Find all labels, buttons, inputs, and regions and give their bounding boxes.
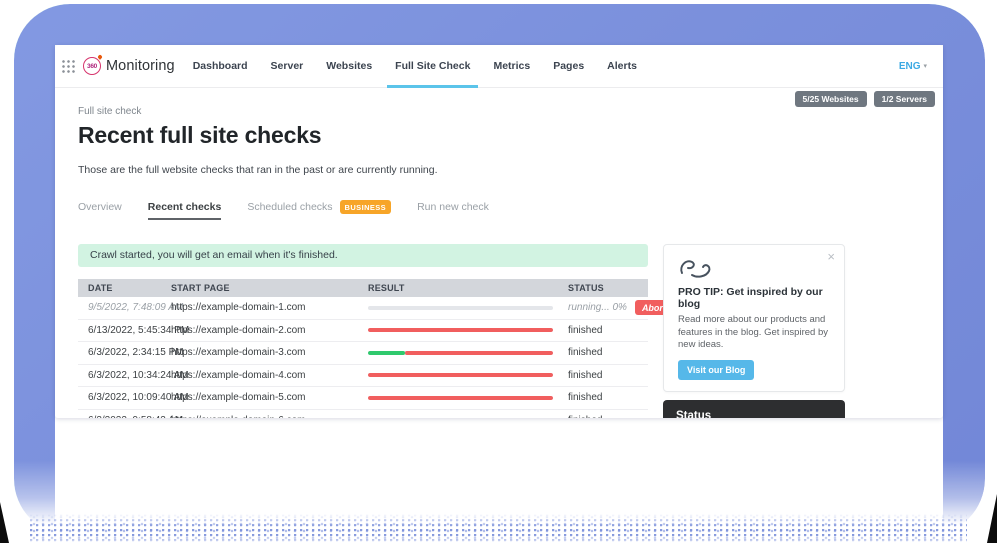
result-progress-bar	[368, 373, 553, 377]
nav-item-server[interactable]: Server	[267, 45, 308, 87]
cell-start-page: https://example-domain-1.com	[161, 302, 358, 313]
corner-artifact-left	[0, 502, 9, 543]
col-header-date: DATE	[78, 283, 161, 293]
cell-date: 6/3/2022, 10:09:40 AM	[78, 392, 161, 403]
cell-start-page: https://example-domain-5.com	[161, 392, 358, 403]
status-card-title: Status	[676, 410, 832, 418]
cell-status: finished	[568, 392, 602, 403]
cell-start-page: https://example-domain-3.com	[161, 347, 358, 358]
cell-status: finished	[568, 325, 602, 336]
dissolve-speckles	[30, 514, 967, 542]
screenshot-canvas: 360 Monitoring Dashboard Server Websites…	[0, 0, 997, 543]
cell-start-page: https://example-domain-4.com	[161, 370, 358, 381]
top-navbar: 360 Monitoring Dashboard Server Websites…	[55, 45, 943, 88]
col-header-result: RESULT	[358, 283, 558, 293]
col-header-start-page: START PAGE	[161, 283, 358, 293]
result-progress-bar	[368, 351, 553, 355]
inspiration-doodle-icon	[678, 257, 714, 279]
tab-run-new-check[interactable]: Run new check	[417, 201, 489, 213]
brand-logo[interactable]: 360	[83, 57, 101, 75]
cell-date: 6/3/2022, 10:34:24 AM	[78, 370, 161, 381]
corner-artifact-right	[987, 494, 997, 543]
nav-item-alerts[interactable]: Alerts	[603, 45, 641, 87]
success-banner: Crawl started, you will get an email whe…	[78, 244, 648, 267]
visit-blog-button[interactable]: Visit our Blog	[678, 360, 754, 380]
table-row: 6/13/2022, 5:45:34 PM https://example-do…	[78, 320, 648, 343]
cell-status: finished	[568, 415, 602, 418]
close-icon[interactable]: ×	[827, 249, 835, 264]
page-content: Full site check Recent full site checks …	[55, 88, 943, 418]
checks-column: Crawl started, you will get an email whe…	[78, 244, 648, 418]
table-row: 6/3/2022, 9:58:42 AM https://example-dom…	[78, 410, 648, 419]
pro-tip-card: × PRO TIP: Get inspired by our blog Read…	[663, 244, 845, 392]
app-launcher-icon[interactable]	[61, 59, 75, 73]
nav-links: Dashboard Server Websites Full Site Chec…	[189, 45, 641, 87]
table-row: 9/5/2022, 7:48:09 AM https://example-dom…	[78, 297, 648, 320]
brand-logo-text: 360	[87, 63, 97, 70]
nav-item-dashboard[interactable]: Dashboard	[189, 45, 252, 87]
tab-recent-checks[interactable]: Recent checks	[148, 201, 222, 220]
table-row: 6/3/2022, 10:34:24 AM https://example-do…	[78, 365, 648, 388]
usage-badges: 5/25 Websites 1/2 Servers	[795, 91, 935, 107]
status-card: Status SERVERS 0 open alert(s) 0 servers…	[663, 400, 845, 418]
cell-start-page: https://example-domain-2.com	[161, 325, 358, 336]
cell-date: 9/5/2022, 7:48:09 AM	[78, 302, 161, 313]
cell-date: 6/3/2022, 2:34:15 PM	[78, 347, 161, 358]
result-progress-bar	[368, 306, 553, 310]
table-header: DATE START PAGE RESULT STATUS	[78, 279, 648, 297]
cell-status: finished	[568, 347, 602, 358]
pro-tip-body: Read more about our products and feature…	[678, 314, 830, 352]
tab-scheduled-checks[interactable]: Scheduled checks BUSINESS	[247, 200, 391, 214]
cell-date: 6/13/2022, 5:45:34 PM	[78, 325, 161, 336]
language-selector[interactable]: ENG ▾	[899, 61, 927, 72]
pro-tip-title: PRO TIP: Get inspired by our blog	[678, 286, 830, 310]
cell-status: running... 0%	[568, 302, 627, 313]
nav-item-metrics[interactable]: Metrics	[489, 45, 534, 87]
chevron-down-icon: ▾	[923, 62, 927, 70]
servers-usage-badge: 1/2 Servers	[874, 91, 935, 107]
page-description: Those are the full website checks that r…	[78, 164, 943, 176]
business-badge: BUSINESS	[340, 200, 392, 214]
websites-usage-badge: 5/25 Websites	[795, 91, 867, 107]
cell-date: 6/3/2022, 9:58:42 AM	[78, 415, 161, 418]
brand-name[interactable]: Monitoring	[106, 58, 175, 74]
tab-overview[interactable]: Overview	[78, 201, 122, 213]
breadcrumb: Full site check	[78, 106, 943, 117]
page-title: Recent full site checks	[78, 122, 943, 149]
sub-tabs: Overview Recent checks Scheduled checks …	[78, 200, 943, 214]
main-columns: Crawl started, you will get an email whe…	[78, 244, 943, 418]
nav-item-full-site-check[interactable]: Full Site Check	[391, 45, 474, 87]
cell-status: finished	[568, 370, 602, 381]
tab-scheduled-checks-label: Scheduled checks	[247, 201, 332, 213]
nav-item-pages[interactable]: Pages	[549, 45, 588, 87]
result-progress-bar	[368, 328, 553, 332]
side-column: × PRO TIP: Get inspired by our blog Read…	[663, 244, 845, 418]
language-label: ENG	[899, 61, 921, 72]
table-row: 6/3/2022, 10:09:40 AM https://example-do…	[78, 387, 648, 410]
col-header-status: STATUS	[558, 283, 648, 293]
result-progress-bar	[368, 396, 553, 400]
app-window: 360 Monitoring Dashboard Server Websites…	[55, 45, 943, 418]
flame-icon	[97, 54, 103, 60]
cell-start-page: https://example-domain-6.com	[161, 415, 358, 418]
nav-item-websites[interactable]: Websites	[322, 45, 376, 87]
table-row: 6/3/2022, 2:34:15 PM https://example-dom…	[78, 342, 648, 365]
